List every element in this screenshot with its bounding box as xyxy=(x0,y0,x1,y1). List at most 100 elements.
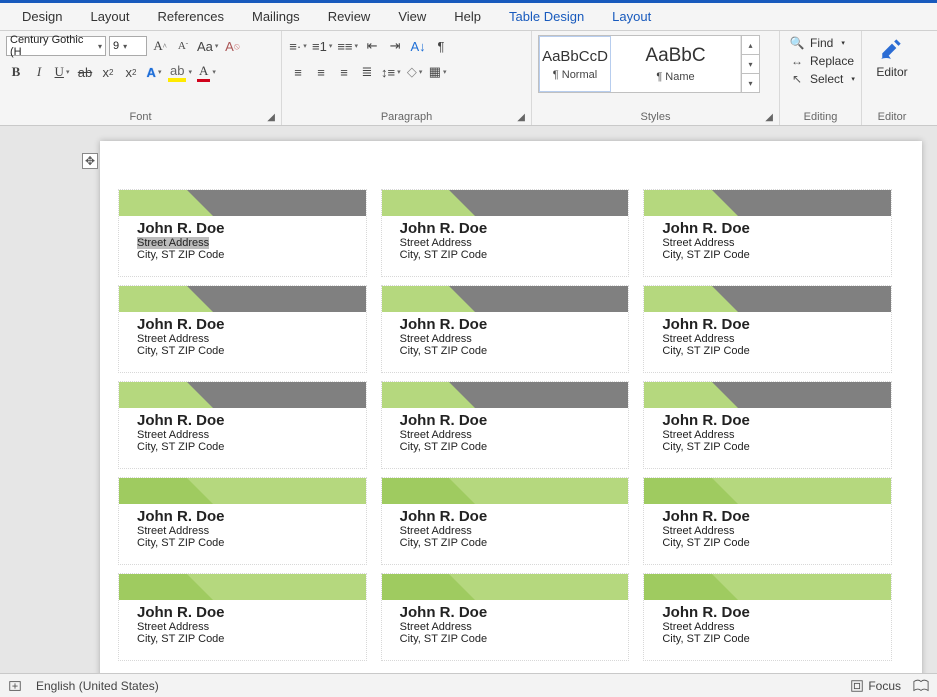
paragraph-dialog-launcher[interactable]: ◢ xyxy=(517,112,525,123)
card-name: John R. Doe xyxy=(662,508,750,525)
align-center-button[interactable]: ≡ xyxy=(311,61,331,83)
label-card[interactable]: John R. DoeStreet AddressCity, ST ZIP Co… xyxy=(643,285,892,373)
card-text[interactable]: John R. DoeStreet AddressCity, ST ZIP Co… xyxy=(137,412,225,453)
card-banner xyxy=(382,382,629,408)
line-spacing-button[interactable]: ↕≡▾ xyxy=(380,61,402,83)
style-scroll-down[interactable]: ▾ xyxy=(742,55,759,74)
card-text[interactable]: John R. DoeStreet AddressCity, ST ZIP Co… xyxy=(400,220,488,261)
group-editor-label: Editor xyxy=(868,109,916,123)
card-addr2: City, ST ZIP Code xyxy=(400,441,488,453)
label-card[interactable]: John R. DoeStreet AddressCity, ST ZIP Co… xyxy=(381,573,630,661)
tab-view[interactable]: View xyxy=(384,3,440,30)
multilevel-button[interactable]: ≡≡▾ xyxy=(336,35,359,57)
label-card[interactable]: John R. DoeStreet AddressCity, ST ZIP Co… xyxy=(118,573,367,661)
card-text[interactable]: John R. DoeStreet AddressCity, ST ZIP Co… xyxy=(137,316,225,357)
find-button[interactable]: 🔍Find▾ xyxy=(786,35,859,51)
font-name-combo[interactable]: Century Gothic (H▾ xyxy=(6,36,106,56)
label-card[interactable]: John R. DoeStreet AddressCity, ST ZIP Co… xyxy=(643,189,892,277)
card-text[interactable]: John R. DoeStreet AddressCity, ST ZIP Co… xyxy=(137,220,225,261)
status-read-mode[interactable] xyxy=(913,679,929,693)
strikethrough-button[interactable]: ab xyxy=(75,61,95,83)
tab-references[interactable]: References xyxy=(144,3,238,30)
tab-review[interactable]: Review xyxy=(314,3,385,30)
tab-mailings[interactable]: Mailings xyxy=(238,3,314,30)
select-button[interactable]: ↖Select▾ xyxy=(786,71,859,87)
clear-formatting-button[interactable]: A⦸ xyxy=(222,35,242,57)
tab-layout[interactable]: Layout xyxy=(598,3,665,30)
card-addr2: City, ST ZIP Code xyxy=(400,249,488,261)
highlight-button[interactable]: ab▾ xyxy=(167,61,193,83)
decrease-indent-button[interactable]: ⇤ xyxy=(362,35,382,57)
label-card[interactable]: John R. DoeStreet AddressCity, ST ZIP Co… xyxy=(643,573,892,661)
tab-layout[interactable]: Layout xyxy=(76,3,143,30)
label-card[interactable]: John R. DoeStreet AddressCity, ST ZIP Co… xyxy=(381,285,630,373)
card-text[interactable]: John R. DoeStreet AddressCity, ST ZIP Co… xyxy=(400,412,488,453)
subscript-button[interactable]: x2 xyxy=(98,61,118,83)
bold-button[interactable]: B xyxy=(6,61,26,83)
italic-button[interactable]: I xyxy=(29,61,49,83)
underline-button[interactable]: U▾ xyxy=(52,61,72,83)
card-text[interactable]: John R. DoeStreet AddressCity, ST ZIP Co… xyxy=(662,220,750,261)
borders-button[interactable]: ▦▾ xyxy=(428,61,448,83)
label-card[interactable]: John R. DoeStreet AddressCity, ST ZIP Co… xyxy=(643,381,892,469)
card-banner xyxy=(382,574,629,600)
status-accessibility-icon[interactable] xyxy=(8,679,22,693)
status-language[interactable]: English (United States) xyxy=(36,679,159,693)
label-card[interactable]: John R. DoeStreet AddressCity, ST ZIP Co… xyxy=(381,189,630,277)
tab-design[interactable]: Design xyxy=(8,3,76,30)
label-card[interactable]: John R. DoeStreet AddressCity, ST ZIP Co… xyxy=(118,285,367,373)
card-text[interactable]: John R. DoeStreet AddressCity, ST ZIP Co… xyxy=(137,604,225,645)
justify-button[interactable]: ≣ xyxy=(357,61,377,83)
card-text[interactable]: John R. DoeStreet AddressCity, ST ZIP Co… xyxy=(400,316,488,357)
numbering-button[interactable]: ≡1▾ xyxy=(311,35,333,57)
label-card[interactable]: John R. DoeStreet AddressCity, ST ZIP Co… xyxy=(381,381,630,469)
change-case-button[interactable]: Aa▾ xyxy=(196,35,219,57)
tab-help[interactable]: Help xyxy=(440,3,495,30)
document-area[interactable]: ✥ John R. DoeStreet AddressCity, ST ZIP … xyxy=(0,126,937,673)
card-banner xyxy=(644,478,891,504)
card-text[interactable]: John R. DoeStreet AddressCity, ST ZIP Co… xyxy=(662,316,750,357)
editor-button[interactable]: Editor xyxy=(869,35,915,79)
increase-indent-button[interactable]: ⇥ xyxy=(385,35,405,57)
text-effects-button[interactable]: A▾ xyxy=(144,61,164,83)
style-item-normal[interactable]: AaBbCcD ¶ Normal xyxy=(539,36,611,92)
card-text[interactable]: John R. DoeStreet AddressCity, ST ZIP Co… xyxy=(662,412,750,453)
shading-button[interactable]: ◇▾ xyxy=(405,61,425,83)
editor-label: Editor xyxy=(876,65,907,79)
group-paragraph: ≡·▾ ≡1▾ ≡≡▾ ⇤ ⇥ A↓ ¶ ≡ ≡ ≡ ≣ ↕≡▾ ◇▾ ▦▾ P… xyxy=(282,31,532,125)
font-dialog-launcher[interactable]: ◢ xyxy=(267,112,275,123)
card-text[interactable]: John R. DoeStreet AddressCity, ST ZIP Co… xyxy=(662,604,750,645)
label-card[interactable]: John R. DoeStreet AddressCity, ST ZIP Co… xyxy=(118,477,367,565)
page[interactable]: ✥ John R. DoeStreet AddressCity, ST ZIP … xyxy=(100,141,922,673)
card-text[interactable]: John R. DoeStreet AddressCity, ST ZIP Co… xyxy=(137,508,225,549)
card-banner xyxy=(119,286,366,312)
card-text[interactable]: John R. DoeStreet AddressCity, ST ZIP Co… xyxy=(662,508,750,549)
style-item-name[interactable]: AaBbC ¶ Name xyxy=(611,36,741,92)
align-right-button[interactable]: ≡ xyxy=(334,61,354,83)
superscript-button[interactable]: x2 xyxy=(121,61,141,83)
show-marks-button[interactable]: ¶ xyxy=(431,35,451,57)
font-size-combo[interactable]: 9▾ xyxy=(109,36,147,56)
sort-button[interactable]: A↓ xyxy=(408,35,428,57)
grow-font-button[interactable]: A^ xyxy=(150,35,170,57)
card-text[interactable]: John R. DoeStreet AddressCity, ST ZIP Co… xyxy=(400,604,488,645)
label-card[interactable]: John R. DoeStreet AddressCity, ST ZIP Co… xyxy=(643,477,892,565)
style-scroll-up[interactable]: ▴ xyxy=(742,36,759,55)
styles-dialog-launcher[interactable]: ◢ xyxy=(765,112,773,123)
bullets-button[interactable]: ≡·▾ xyxy=(288,35,308,57)
status-focus[interactable]: Focus xyxy=(850,679,901,693)
card-name: John R. Doe xyxy=(137,220,225,237)
style-scroll-more[interactable]: ▾ xyxy=(742,74,759,92)
label-card[interactable]: John R. DoeStreet AddressCity, ST ZIP Co… xyxy=(118,381,367,469)
select-label: Select xyxy=(810,72,843,86)
label-card[interactable]: John R. DoeStreet AddressCity, ST ZIP Co… xyxy=(381,477,630,565)
replace-button[interactable]: ↔Replace xyxy=(786,53,859,69)
card-addr1: Street Address xyxy=(400,525,488,537)
table-move-handle[interactable]: ✥ xyxy=(82,153,98,169)
label-card[interactable]: John R. DoeStreet AddressCity, ST ZIP Co… xyxy=(118,189,367,277)
shrink-font-button[interactable]: Aˇ xyxy=(173,35,193,57)
font-color-button[interactable]: A▾ xyxy=(196,61,217,83)
align-left-button[interactable]: ≡ xyxy=(288,61,308,83)
card-text[interactable]: John R. DoeStreet AddressCity, ST ZIP Co… xyxy=(400,508,488,549)
tab-table-design[interactable]: Table Design xyxy=(495,3,598,30)
